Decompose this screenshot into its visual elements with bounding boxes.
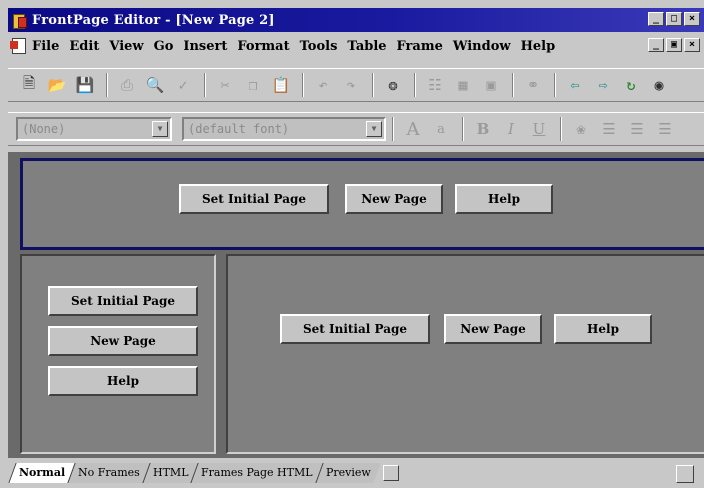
print-preview-icon[interactable]: 🔍 (142, 72, 168, 98)
style-dropdown-value: (None) (22, 122, 66, 136)
minimize-button[interactable]: _ (648, 12, 664, 26)
toolbar-separator (414, 73, 416, 97)
paste-icon[interactable]: 📋 (268, 72, 294, 98)
stop-icon[interactable]: ◉ (646, 72, 672, 98)
font-dropdown-value: (default font) (188, 122, 290, 136)
bold-button[interactable]: B (470, 116, 496, 142)
print-icon[interactable]: ⎙ (114, 72, 140, 98)
underline-button[interactable]: U (526, 116, 552, 142)
toolbar-separator (106, 73, 108, 97)
spelling-icon[interactable]: ✓ (170, 72, 196, 98)
tab-preview[interactable]: Preview (315, 463, 381, 483)
tab-no-frames[interactable]: No Frames (67, 463, 150, 483)
menu-bar: File Edit View Go Insert Format Tools Ta… (8, 34, 704, 58)
style-dropdown[interactable]: (None) ▼ (16, 117, 172, 141)
webbot-component-icon[interactable]: ❂ (380, 72, 406, 98)
frame-left-contents[interactable]: Set Initial Page New Page Help (20, 254, 216, 454)
document-close-button[interactable]: × (684, 38, 700, 52)
save-icon[interactable]: 💾 (72, 72, 98, 98)
document-restore-button[interactable]: ▣ (666, 38, 682, 52)
help-button[interactable]: Help (48, 366, 198, 396)
new-page-button[interactable]: New Page (345, 184, 443, 214)
toolbar-separator (462, 117, 464, 141)
set-initial-page-button[interactable]: Set Initial Page (48, 286, 198, 316)
menu-tools[interactable]: Tools (300, 39, 338, 54)
maximize-button[interactable]: □ (666, 12, 682, 26)
toolbar-separator (204, 73, 206, 97)
text-color-icon[interactable]: ❀ (568, 116, 594, 142)
menu-edit[interactable]: Edit (69, 39, 99, 54)
set-initial-page-button[interactable]: Set Initial Page (179, 184, 329, 214)
toolbar-separator (560, 117, 562, 141)
window-title: FrontPage Editor - [New Page 2] (32, 12, 275, 28)
format-toolbar: (None) ▼ (default font) ▼ A a B I U ❀ ☰ … (8, 112, 704, 146)
frame-top-banner[interactable]: Set Initial Page New Page Help (20, 158, 704, 250)
tab-preview-label: Preview (325, 466, 371, 479)
toolbar-separator (372, 73, 374, 97)
document-icon[interactable] (10, 38, 26, 54)
tab-no-frames-label: No Frames (78, 466, 140, 479)
close-button[interactable]: × (684, 12, 700, 26)
toolbar-separator (392, 117, 394, 141)
align-left-icon[interactable]: ☰ (596, 116, 622, 142)
align-center-icon[interactable]: ☰ (624, 116, 650, 142)
menu-insert[interactable]: Insert (183, 39, 227, 54)
back-arrow-icon[interactable]: ⇦ (562, 72, 588, 98)
toolbar-separator (512, 73, 514, 97)
scroll-left-button[interactable] (382, 465, 399, 481)
help-button[interactable]: Help (554, 314, 652, 344)
tab-frames-page-html-label: Frames Page HTML (201, 466, 313, 479)
insert-image-icon[interactable]: ▣ (478, 72, 504, 98)
new-page-button[interactable]: New Page (444, 314, 542, 344)
scroll-right-button[interactable] (676, 465, 694, 483)
hyperlink-icon[interactable]: ⚭ (520, 72, 546, 98)
menu-format[interactable]: Format (237, 39, 289, 54)
increase-font-size-button[interactable]: A (400, 116, 426, 142)
toolbar-separator (302, 73, 304, 97)
title-bar: FrontPage Editor - [New Page 2] _ □ × (8, 8, 704, 32)
tab-html-label: HTML (152, 466, 189, 479)
menu-help[interactable]: Help (521, 39, 556, 54)
chevron-down-icon[interactable]: ▼ (366, 121, 382, 137)
redo-icon[interactable]: ↷ (338, 72, 364, 98)
tab-normal-label: Normal (19, 466, 66, 479)
menu-frame[interactable]: Frame (397, 39, 443, 54)
frame-right-main[interactable]: Set Initial Page New Page Help (226, 254, 704, 454)
standard-toolbar: 🗎 📂 💾 ⎙ 🔍 ✓ ✂ ❐ 📋 ↶ ↷ ❂ ☷ ▦ ▣ ⚭ ⇦ ⇨ ↻ ◉ (8, 68, 704, 102)
tab-html[interactable]: HTML (142, 463, 199, 483)
refresh-icon[interactable]: ↻ (618, 72, 644, 98)
chevron-down-icon[interactable]: ▼ (152, 121, 168, 137)
menu-view[interactable]: View (109, 39, 143, 54)
frontpage-app-icon[interactable] (12, 13, 27, 29)
tab-normal[interactable]: Normal (8, 463, 75, 483)
tab-frames-page-html[interactable]: Frames Page HTML (190, 463, 323, 483)
view-tabs-bar: Normal No Frames HTML Frames Page HTML P… (8, 458, 704, 488)
copy-icon[interactable]: ❐ (240, 72, 266, 98)
italic-button[interactable]: I (498, 116, 524, 142)
undo-icon[interactable]: ↶ (310, 72, 336, 98)
menu-window[interactable]: Window (453, 39, 511, 54)
toolbar-separator (554, 73, 556, 97)
align-right-icon[interactable]: ☰ (652, 116, 678, 142)
decrease-font-size-button[interactable]: a (428, 116, 454, 142)
insert-form-field-icon[interactable]: ☷ (422, 72, 448, 98)
menu-file[interactable]: File (32, 39, 59, 54)
insert-table-icon[interactable]: ▦ (450, 72, 476, 98)
set-initial-page-button[interactable]: Set Initial Page (280, 314, 430, 344)
new-page-icon[interactable]: 🗎 (16, 72, 42, 98)
document-minimize-button[interactable]: _ (648, 38, 664, 52)
cut-icon[interactable]: ✂ (212, 72, 238, 98)
help-button[interactable]: Help (455, 184, 553, 214)
open-folder-icon[interactable]: 📂 (44, 72, 70, 98)
font-dropdown[interactable]: (default font) ▼ (182, 117, 386, 141)
forward-arrow-icon[interactable]: ⇨ (590, 72, 616, 98)
menu-go[interactable]: Go (154, 39, 174, 54)
menu-table[interactable]: Table (347, 39, 386, 54)
new-page-button[interactable]: New Page (48, 326, 198, 356)
frameset-editor-area: Set Initial Page New Page Help Set Initi… (8, 152, 704, 458)
